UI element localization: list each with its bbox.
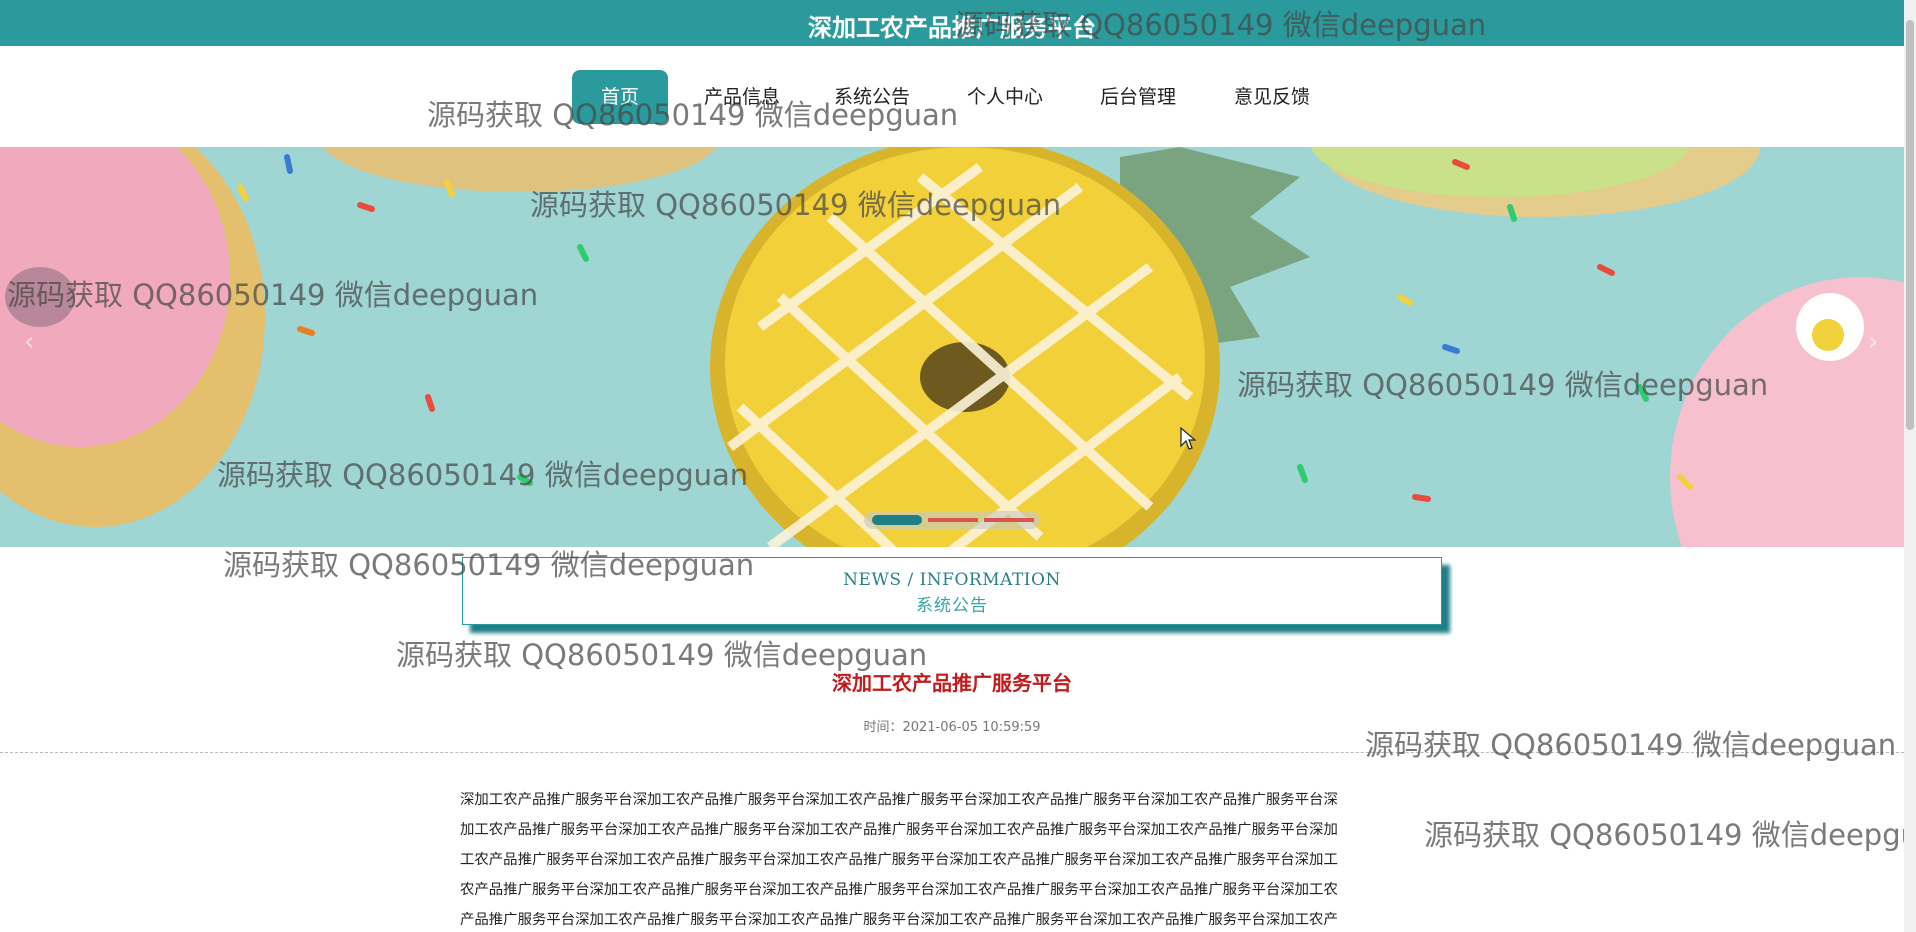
article-body-line: 农产品推广服务平台深加工农产品推广服务平台深加工农产品推广服务平台深加工农产品推… bbox=[460, 882, 1338, 898]
carousel-indicator-1[interactable] bbox=[872, 515, 922, 525]
scrollbar-thumb[interactable] bbox=[1906, 20, 1914, 430]
news-title-cn: 系统公告 bbox=[916, 596, 988, 616]
watermark: 源码获取 QQ86050149 微信deepguan bbox=[1424, 818, 1916, 852]
site-title: 深加工农产品推广服务平台 bbox=[808, 14, 1096, 42]
nav-item-profile[interactable]: 个人中心 bbox=[955, 70, 1055, 124]
main-nav: 首页 产品信息 系统公告 个人中心 后台管理 意见反馈 bbox=[0, 46, 1904, 146]
nav-item-admin[interactable]: 后台管理 bbox=[1088, 70, 1188, 124]
article-body-line: 产品推广服务平台深加工农产品推广服务平台深加工农产品推广服务平台深加工农产品推广… bbox=[460, 912, 1338, 928]
article-title: 深加工农产品推广服务平台 bbox=[832, 671, 1072, 695]
article-time: 时间：2021-06-05 10:59:59 bbox=[0, 716, 1904, 735]
mouse-cursor-icon bbox=[1180, 427, 1196, 450]
article-body-line: 工农产品推广服务平台深加工农产品推广服务平台深加工农产品推广服务平台深加工农产品… bbox=[460, 852, 1338, 868]
news-title-en: NEWS / INFORMATION bbox=[843, 570, 1061, 590]
nav-item-feedback[interactable]: 意见反馈 bbox=[1222, 70, 1322, 124]
article-body-line: 深加工农产品推广服务平台深加工农产品推广服务平台深加工农产品推广服务平台深加工农… bbox=[460, 792, 1338, 808]
nav-item-home[interactable]: 首页 bbox=[572, 70, 668, 124]
news-section-header: NEWS / INFORMATION 系统公告 bbox=[462, 557, 1442, 625]
article-time-value: 2021-06-05 10:59:59 bbox=[902, 720, 1041, 735]
page-scrollbar[interactable] bbox=[1904, 0, 1916, 932]
carousel-next-icon[interactable]: › bbox=[1868, 327, 1878, 357]
page: 深加工农产品推广服务平台 首页 产品信息 系统公告 个人中心 后台管理 意见反馈 bbox=[0, 0, 1916, 932]
carousel-indicator-3[interactable] bbox=[984, 518, 1034, 522]
article-body: 深加工农产品推广服务平台深加工农产品推广服务平台深加工农产品推广服务平台深加工农… bbox=[460, 785, 1440, 932]
nav-item-products[interactable]: 产品信息 bbox=[692, 70, 792, 124]
carousel-indicators bbox=[864, 511, 1040, 529]
article-body-line: 加工农产品推广服务平台深加工农产品推广服务平台深加工农产品推广服务平台深加工农产… bbox=[460, 822, 1338, 838]
carousel-indicator-2[interactable] bbox=[928, 518, 978, 522]
site-header: 深加工农产品推广服务平台 bbox=[0, 0, 1904, 46]
nav-item-announcements[interactable]: 系统公告 bbox=[822, 70, 922, 124]
article-time-label: 时间： bbox=[863, 720, 903, 735]
divider bbox=[0, 752, 1904, 753]
banner-image bbox=[0, 147, 1904, 547]
carousel-prev-icon[interactable]: ‹ bbox=[24, 327, 34, 357]
banner-carousel[interactable]: ‹ › bbox=[0, 147, 1904, 547]
